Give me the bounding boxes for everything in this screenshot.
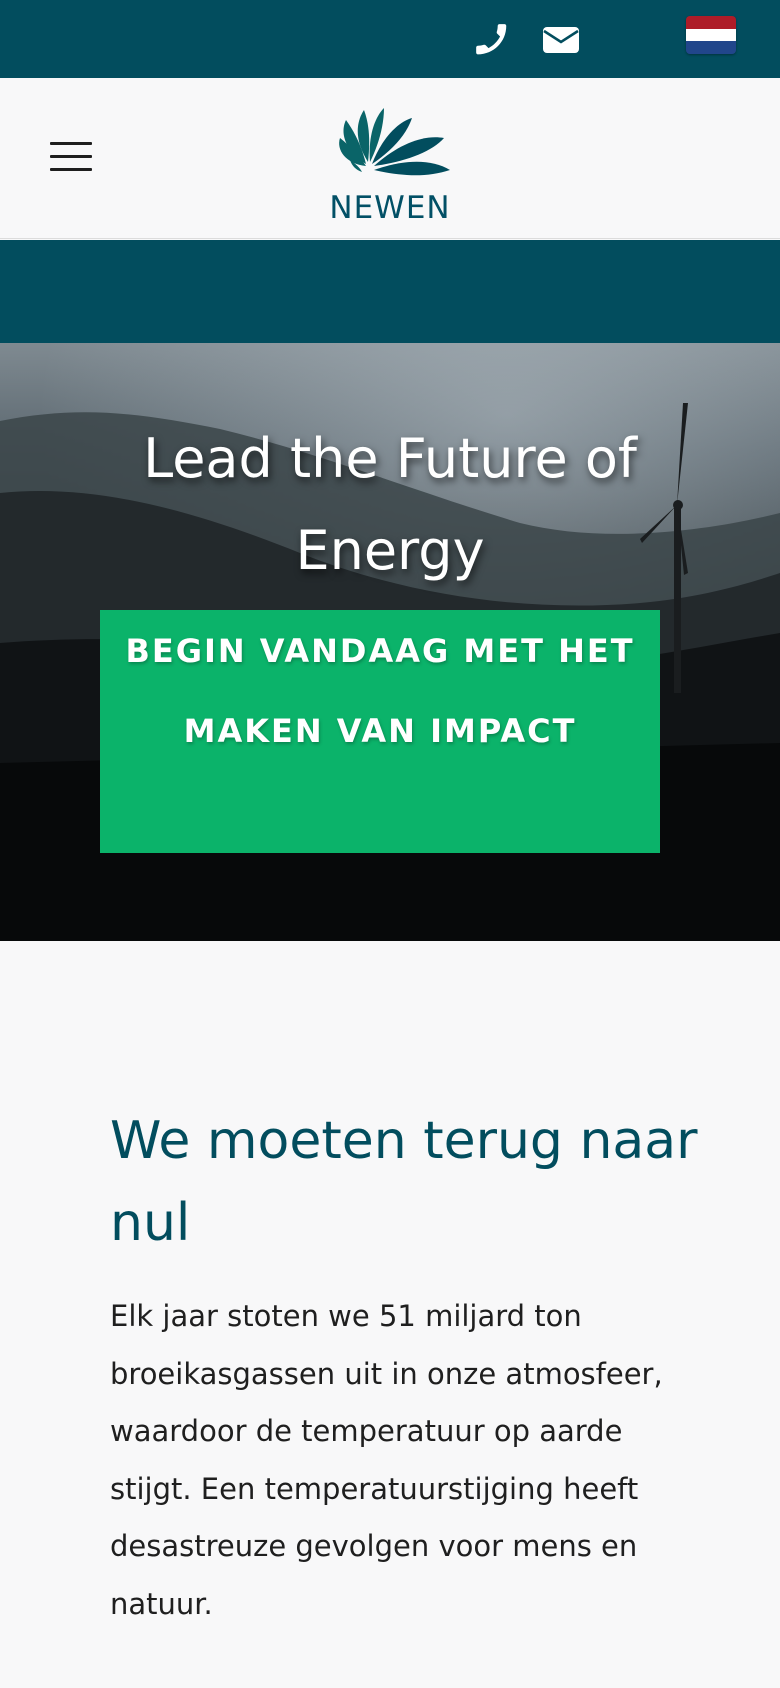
menu-line [50,168,92,171]
section-heading: We moeten terug naar nul [110,1111,698,1253]
envelope-icon[interactable] [539,18,583,62]
newen-logo[interactable]: NEWEN [320,94,460,226]
menu-line [50,142,92,145]
flag-red-stripe [686,16,736,29]
header-band [0,240,780,343]
netherlands-flag-icon[interactable] [686,16,736,54]
cta-button[interactable]: BEGIN VANDAAG MET HET MAKEN VAN IMPACT [100,610,660,853]
page: NEWEN Lead the Future of Energy BEGIN VA… [0,0,780,1688]
logo-text: NEWEN [329,190,451,226]
flag-white-stripe [686,28,736,42]
hero-banner: Lead the Future of Energy BEGIN VANDAAG … [0,343,780,941]
site-header: NEWEN [0,78,780,239]
phone-icon[interactable] [470,18,514,62]
flag-blue-stripe [686,41,736,54]
hamburger-menu-icon[interactable] [48,140,94,174]
logo-leaves-icon [339,108,450,176]
top-contact-bar [0,0,780,78]
menu-line [50,155,92,158]
section-body-text: Elk jaar stoten we 51 miljard ton broeik… [110,1299,663,1621]
hero-title: Lead the Future of Energy [143,427,637,582]
